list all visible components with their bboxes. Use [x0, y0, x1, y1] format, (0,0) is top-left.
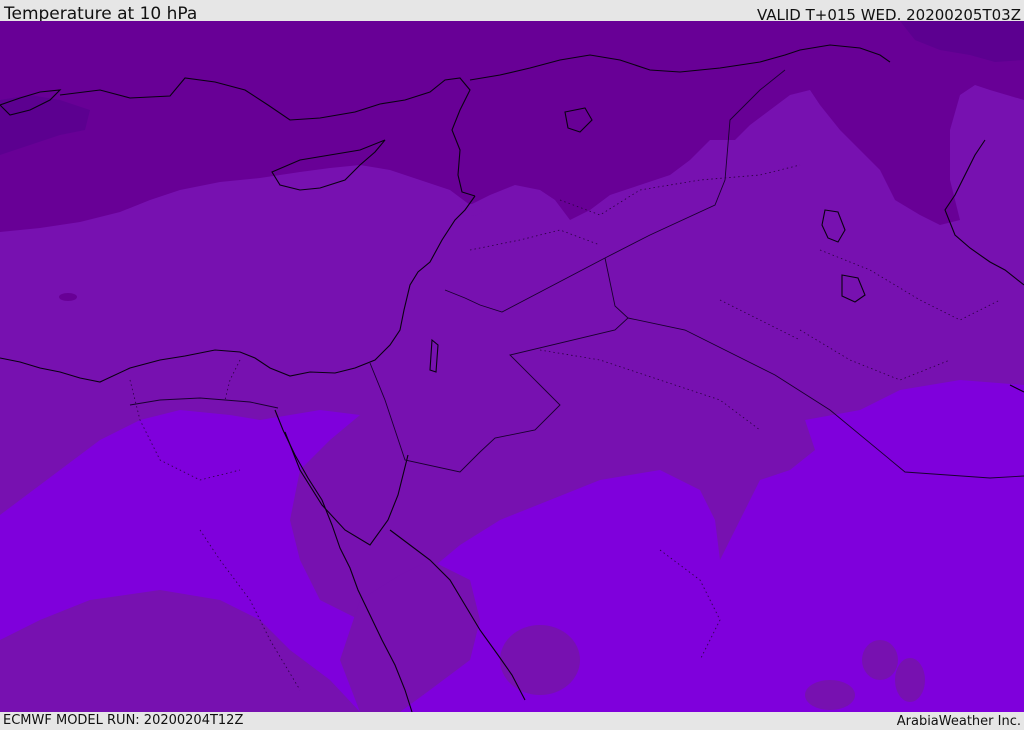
mid-band-blob-2 [862, 640, 898, 680]
map-canvas [0, 21, 1024, 712]
cold-blob-lebanon [458, 204, 482, 216]
model-run-label: ECMWF MODEL RUN: 20200204T12Z [3, 713, 244, 728]
mid-band-blob-3 [895, 658, 925, 702]
mid-band-blob-1 [500, 625, 580, 695]
header-bar: Temperature at 10 hPa VALID T+015 WED. 2… [0, 0, 1024, 24]
cold-blob-med [59, 293, 77, 301]
footer-bar: ECMWF MODEL RUN: 20200204T12Z ArabiaWeat… [0, 712, 1024, 729]
temperature-map[interactable] [0, 21, 1024, 712]
mid-band-blob-4 [805, 680, 855, 710]
credit-label: ArabiaWeather Inc. [896, 714, 1021, 729]
